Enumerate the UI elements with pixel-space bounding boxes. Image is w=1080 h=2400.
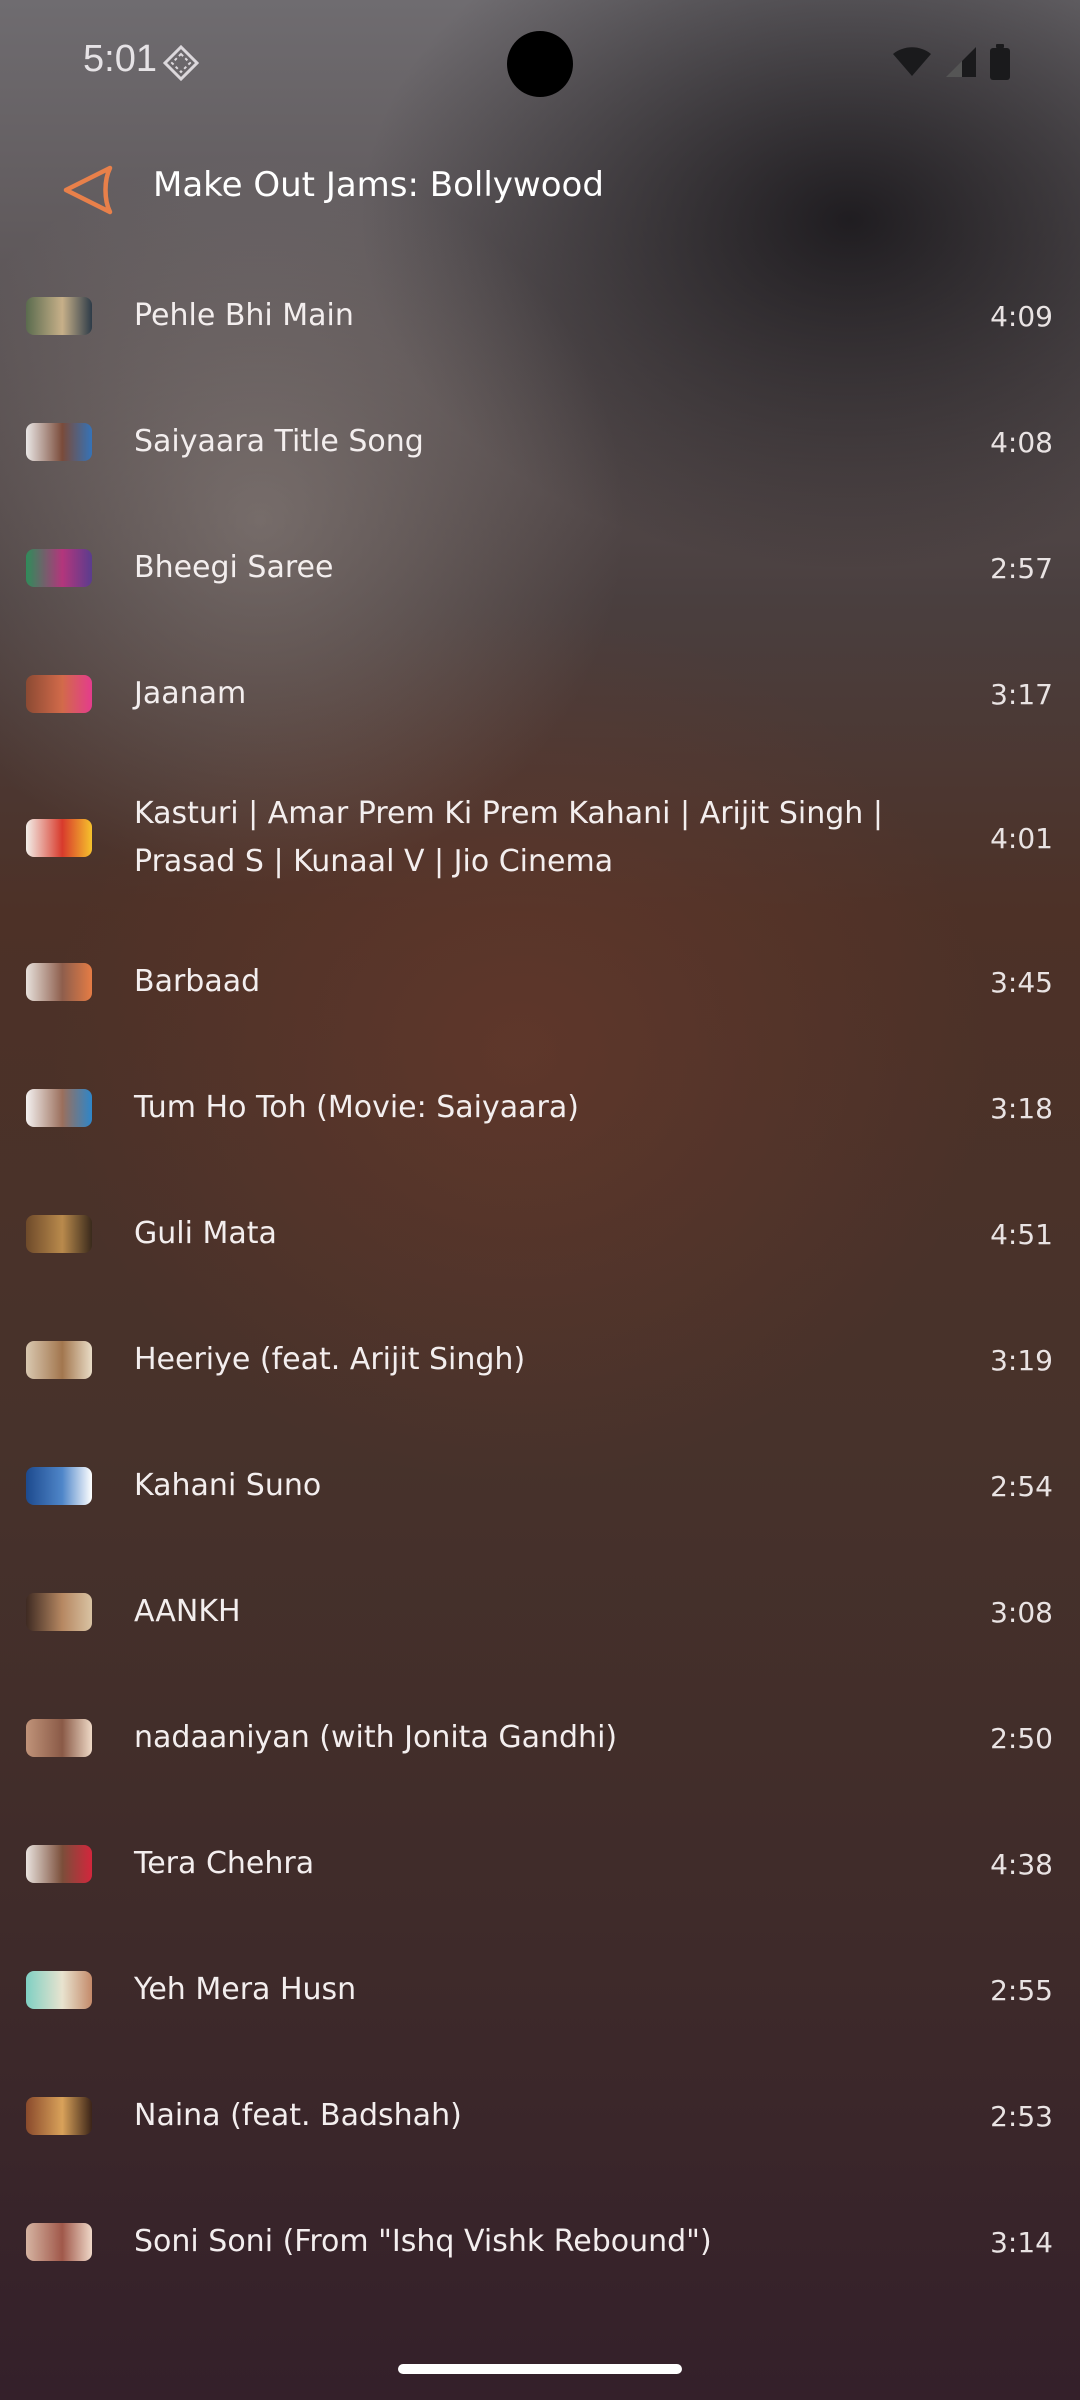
- track-row[interactable]: Soni Soni (From "Ishq Vishk Rebound") 3:1…: [0, 2179, 1080, 2305]
- track-duration: 3:08: [990, 1595, 1053, 1629]
- track-thumbnail: [26, 1215, 92, 1253]
- track-duration: 2:57: [990, 551, 1053, 585]
- status-icons: [892, 44, 1010, 80]
- header: Make Out Jams: Bollywood: [0, 140, 1080, 240]
- page-title: Make Out Jams: Bollywood: [153, 165, 604, 205]
- track-thumbnail: [26, 423, 92, 461]
- track-row[interactable]: Yeh Mera Husn 2:55: [0, 1927, 1080, 2053]
- track-row[interactable]: Heeriye (feat. Arijit Singh) 3:19: [0, 1297, 1080, 1423]
- track-row[interactable]: nadaaniyan (with Jonita Gandhi) 2:50: [0, 1675, 1080, 1801]
- track-thumbnail: [26, 1593, 92, 1631]
- track-title: Kasturi | Amar Prem Ki Prem Kahani | Ari…: [134, 796, 883, 879]
- track-title: Soni Soni (From "Ishq Vishk Rebound"): [134, 2224, 712, 2259]
- track-duration: 3:45: [990, 965, 1053, 999]
- track-duration: 2:50: [990, 1721, 1053, 1755]
- track-duration: 3:19: [990, 1343, 1053, 1377]
- track-title: Bheegi Saree: [134, 550, 334, 585]
- back-arrow-icon: [63, 165, 113, 215]
- track-thumbnail: [26, 1467, 92, 1505]
- track-thumbnail: [26, 675, 92, 713]
- track-duration: 4:09: [990, 299, 1053, 333]
- track-row[interactable]: Tum Ho Toh (Movie: Saiyaara) 3:18: [0, 1045, 1080, 1171]
- track-row[interactable]: Barbaad 3:45: [0, 919, 1080, 1045]
- track-row[interactable]: Guli Mata 4:51: [0, 1171, 1080, 1297]
- track-duration: 4:01: [990, 821, 1053, 855]
- wifi-icon: [892, 46, 932, 78]
- track-thumbnail: [26, 549, 92, 587]
- track-row[interactable]: Jaanam 3:17: [0, 631, 1080, 757]
- track-title: Yeh Mera Husn: [134, 1972, 357, 2007]
- track-row[interactable]: Bheegi Saree 2:57: [0, 505, 1080, 631]
- track-duration: 3:14: [990, 2225, 1053, 2259]
- track-thumbnail: [26, 2097, 92, 2135]
- back-button[interactable]: [58, 162, 118, 218]
- battery-icon: [990, 44, 1010, 80]
- camera-cutout: [507, 31, 573, 97]
- track-row[interactable]: Tera Chehra 4:38: [0, 1801, 1080, 1927]
- track-list: Pehle Bhi Main 4:09 Saiyaara Title Song 4:0…: [0, 253, 1080, 2305]
- track-row[interactable]: Kahani Suno 2:54: [0, 1423, 1080, 1549]
- track-thumbnail: [26, 1971, 92, 2009]
- track-duration: 4:08: [990, 425, 1053, 459]
- track-thumbnail: [26, 963, 92, 1001]
- track-row[interactable]: Kasturi | Amar Prem Ki Prem Kahani | Ari…: [0, 757, 1080, 919]
- track-thumbnail: [26, 1089, 92, 1127]
- track-title: nadaaniyan (with Jonita Gandhi): [134, 1720, 618, 1755]
- track-title: Naina (feat. Badshah): [134, 2098, 462, 2133]
- track-title: Tum Ho Toh (Movie: Saiyaara): [134, 1090, 579, 1125]
- track-title: Pehle Bhi Main: [134, 298, 354, 333]
- track-title: AANKH: [134, 1594, 241, 1629]
- status-time: 5:01: [83, 38, 157, 80]
- track-thumbnail: [26, 1845, 92, 1883]
- track-thumbnail: [26, 2223, 92, 2261]
- track-duration: 3:18: [990, 1091, 1053, 1125]
- status-bar: 5:01: [0, 0, 1080, 128]
- track-duration: 4:51: [990, 1217, 1053, 1251]
- track-duration: 3:17: [990, 677, 1053, 711]
- track-row[interactable]: Saiyaara Title Song 4:08: [0, 379, 1080, 505]
- track-title: Guli Mata: [134, 1216, 277, 1251]
- track-row[interactable]: AANKH 3:08: [0, 1549, 1080, 1675]
- notification-diamond-icon: [162, 44, 200, 82]
- track-thumbnail: [26, 297, 92, 335]
- track-title: Saiyaara Title Song: [134, 424, 424, 459]
- home-indicator[interactable]: [398, 2364, 682, 2374]
- track-duration: 2:54: [990, 1469, 1053, 1503]
- track-duration: 4:38: [990, 1847, 1053, 1881]
- cellular-signal-icon: [944, 45, 978, 79]
- track-title: Jaanam: [134, 676, 247, 711]
- track-title: Heeriye (feat. Arijit Singh): [134, 1342, 526, 1377]
- track-duration: 2:53: [990, 2099, 1053, 2133]
- track-duration: 2:55: [990, 1973, 1053, 2007]
- track-thumbnail: [26, 1719, 92, 1757]
- track-title: Barbaad: [134, 964, 261, 999]
- track-row[interactable]: Pehle Bhi Main 4:09: [0, 253, 1080, 379]
- track-row[interactable]: Naina (feat. Badshah) 2:53: [0, 2053, 1080, 2179]
- track-thumbnail: [26, 819, 92, 857]
- track-thumbnail: [26, 1341, 92, 1379]
- screen: 5:01 Make Out Jams: Bollywood Pehle Bhi …: [0, 0, 1080, 2400]
- track-title: Kahani Suno: [134, 1468, 322, 1503]
- track-title: Tera Chehra: [134, 1846, 315, 1881]
